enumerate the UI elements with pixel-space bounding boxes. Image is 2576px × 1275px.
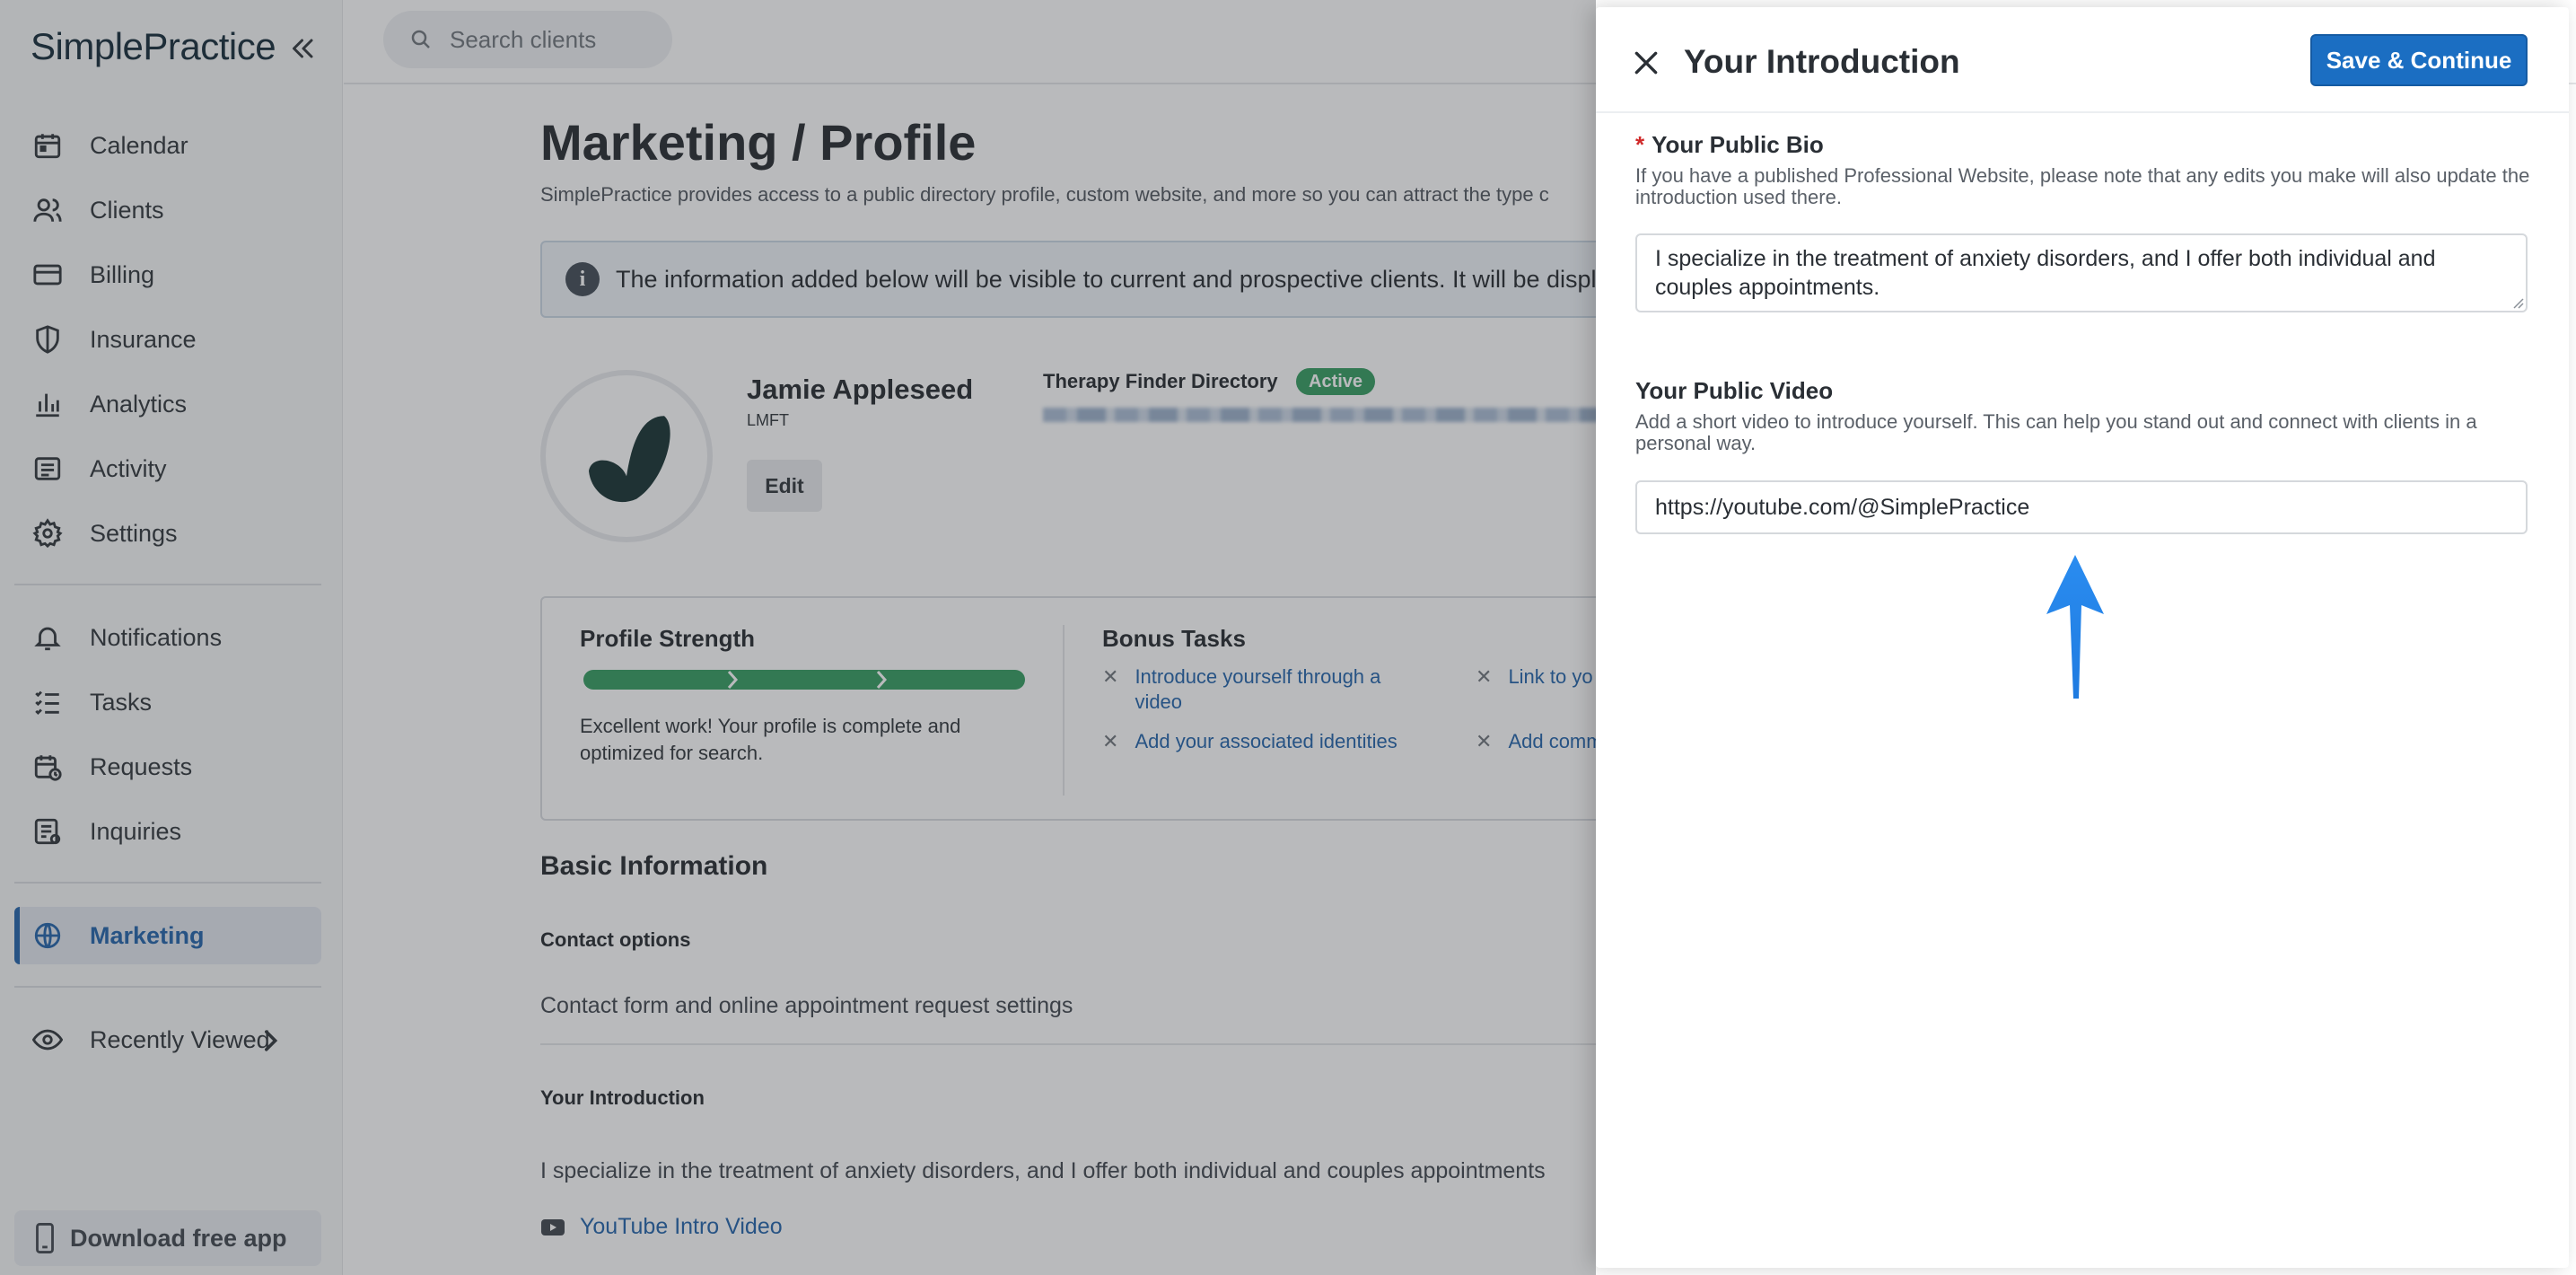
public-bio-help: If you have a published Professional Web… [1635, 164, 2530, 208]
public-video-help: Add a short video to introduce yourself.… [1635, 410, 2477, 454]
required-asterisk: * [1635, 131, 1645, 158]
save-continue-button[interactable]: Save & Continue [2310, 34, 2528, 86]
public-video-label: Your Public Video [1635, 377, 1834, 404]
annotation-arrow-icon [2046, 555, 2104, 699]
close-icon[interactable] [1632, 48, 1660, 77]
public-video-value: https://youtube.com/@SimplePractice [1655, 494, 2030, 520]
public-bio-label: * Your Public Bio [1635, 131, 1824, 159]
public-bio-label-text: Your Public Bio [1652, 131, 1824, 158]
public-bio-textarea[interactable]: I specialize in the treatment of anxiety… [1635, 233, 2528, 312]
modal-backdrop[interactable] [0, 0, 1596, 1275]
public-bio-value: I specialize in the treatment of anxiety… [1655, 246, 2436, 300]
drawer-divider [1596, 111, 2569, 113]
introduction-drawer: Your Introduction Save & Continue * Your … [1596, 7, 2569, 1268]
resize-handle-icon[interactable] [2511, 296, 2524, 309]
public-video-input[interactable]: https://youtube.com/@SimplePractice [1635, 480, 2528, 534]
drawer-title: Your Introduction [1684, 43, 1960, 80]
